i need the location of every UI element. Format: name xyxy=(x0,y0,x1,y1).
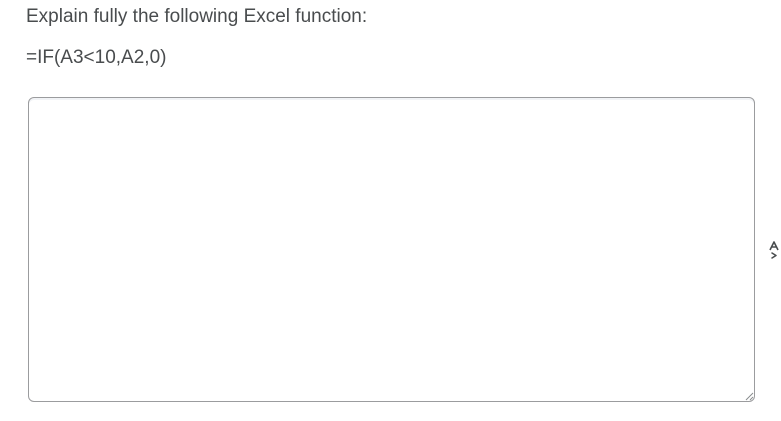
spellcheck-icon[interactable] xyxy=(768,240,781,260)
quiz-question: Explain fully the following Excel functi… xyxy=(0,0,781,421)
resize-grip-icon[interactable] xyxy=(744,391,754,401)
question-prompt: Explain fully the following Excel functi… xyxy=(26,6,368,27)
excel-formula: =IF(A3<10,A2,0) xyxy=(26,47,167,68)
answer-textarea[interactable] xyxy=(28,97,755,402)
